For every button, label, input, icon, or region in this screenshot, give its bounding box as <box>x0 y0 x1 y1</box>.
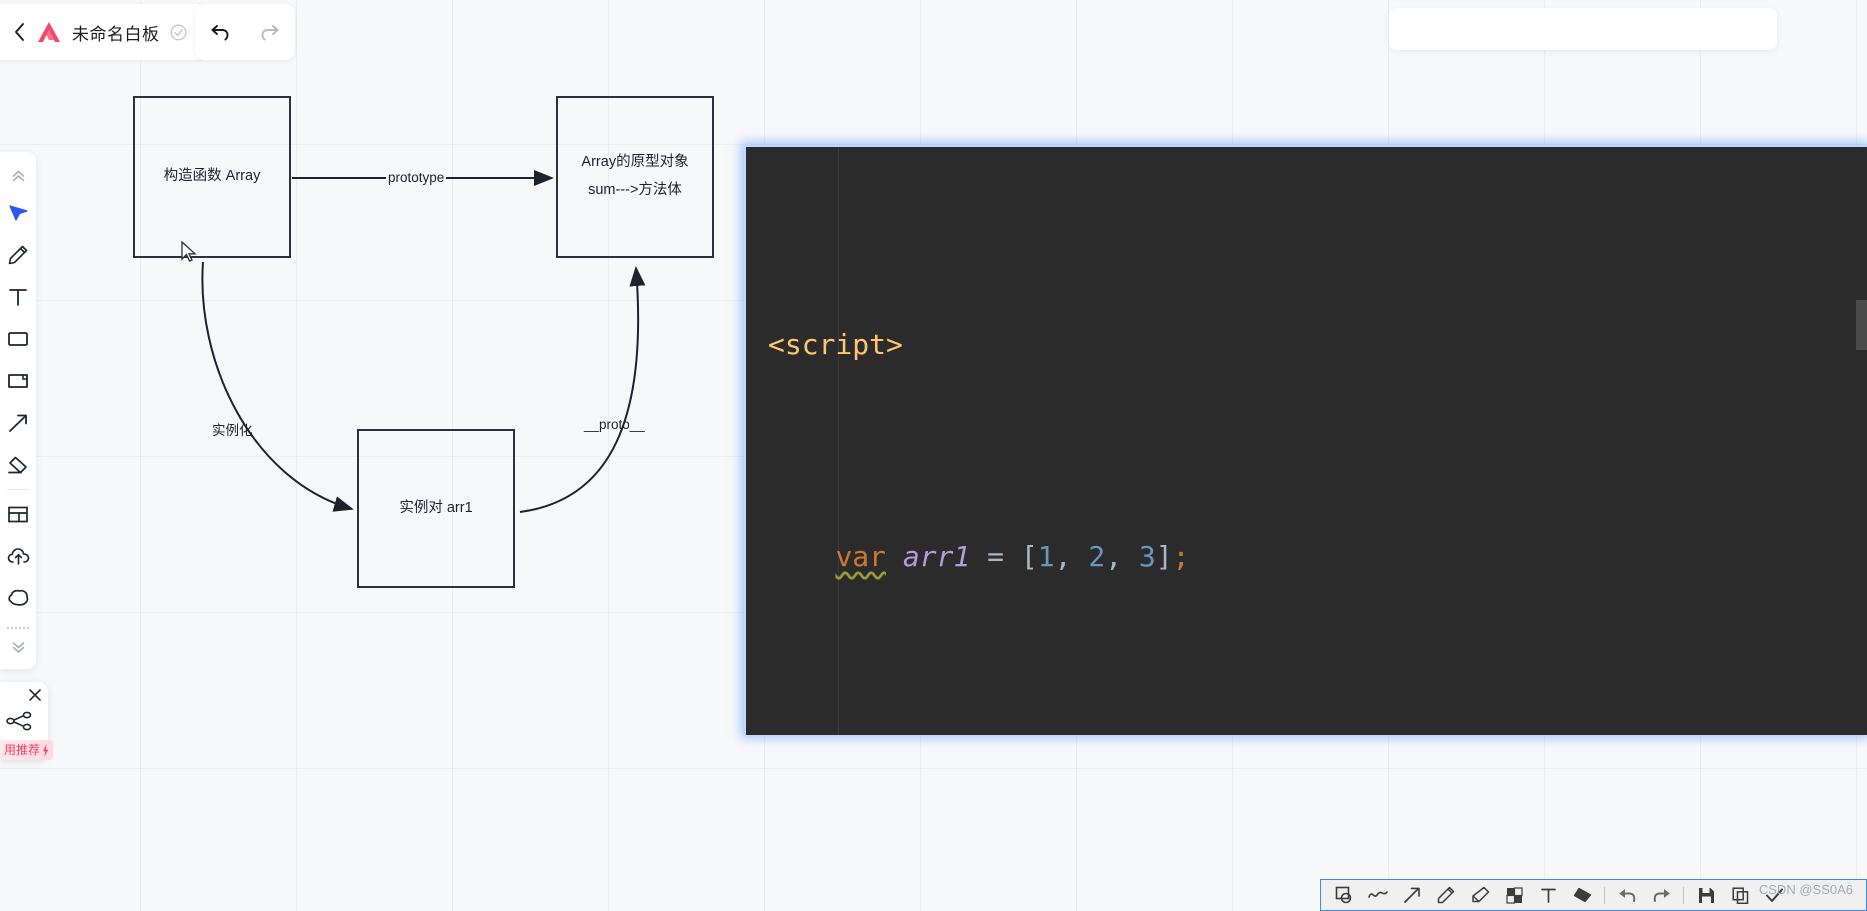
page-title: 未命名白板 <box>72 24 160 44</box>
watermark: CSDN @SS0A6 <box>1758 882 1853 897</box>
code-line: var arr1 = [1, 2, 3]; <box>835 540 1190 573</box>
app-root: 构造函数 Array Array的原型对象 sum--->方法体 实例对 arr… <box>0 0 1867 911</box>
close-icon[interactable] <box>28 688 42 702</box>
mosaic-button[interactable] <box>1497 882 1531 908</box>
pen-tool[interactable] <box>3 234 33 276</box>
promo-card[interactable]: 用推荐 <box>0 682 54 760</box>
pen-button[interactable] <box>1429 882 1463 908</box>
copy-button[interactable] <box>1723 882 1757 908</box>
code-editor-panel[interactable]: <script> var arr1 = [1, 2, 3]; console.l… <box>744 145 1867 735</box>
eraser-button[interactable] <box>1565 882 1599 908</box>
cloud-shape-tool[interactable] <box>3 577 33 619</box>
collapse-toolbar[interactable] <box>3 160 33 192</box>
text-tool[interactable] <box>3 276 33 318</box>
more-tools[interactable] <box>3 631 33 663</box>
redo-button[interactable] <box>1644 882 1678 908</box>
shape-button[interactable] <box>1327 882 1361 908</box>
brush-button[interactable] <box>1463 882 1497 908</box>
shape-tool[interactable] <box>3 318 33 360</box>
toolbar-dotted-divider <box>7 627 29 629</box>
mindmap-share-icon <box>6 710 32 732</box>
undo-icon[interactable] <box>205 17 235 47</box>
chevron-left-icon[interactable] <box>12 22 26 42</box>
code-line: <script> <box>768 328 903 361</box>
promo-tag[interactable]: 用推荐 <box>0 740 54 760</box>
document-title-card: 未命名白板 <box>0 4 205 60</box>
history-controls <box>195 4 295 60</box>
save-button[interactable] <box>1689 882 1723 908</box>
arrow-button[interactable] <box>1395 882 1429 908</box>
undo-button[interactable] <box>1610 882 1644 908</box>
app-header: 未命名白板 <box>0 0 1867 62</box>
line-button[interactable] <box>1361 882 1395 908</box>
text-button[interactable] <box>1531 882 1565 908</box>
code-editor-content[interactable]: <script> var arr1 = [1, 2, 3]; console.l… <box>746 147 1867 735</box>
toolbar-divider <box>1683 886 1684 904</box>
vertical-scrollbar[interactable] <box>1856 300 1867 350</box>
promo-tag-label: 用推荐 <box>4 743 41 757</box>
redo-icon[interactable] <box>255 17 285 47</box>
table-tool[interactable] <box>3 493 33 535</box>
connector-tool[interactable] <box>3 402 33 444</box>
check-circle-icon <box>170 24 187 41</box>
promo-flame-icon <box>43 743 49 757</box>
sticky-note-tool[interactable] <box>3 360 33 402</box>
upload-tool[interactable] <box>3 535 33 577</box>
left-toolbar <box>0 152 36 669</box>
eraser-tool[interactable] <box>3 444 33 486</box>
select-tool[interactable] <box>3 192 33 234</box>
toolbar-divider <box>1604 886 1605 904</box>
app-logo-triangle <box>36 19 62 45</box>
toolbar-divider <box>7 489 29 490</box>
